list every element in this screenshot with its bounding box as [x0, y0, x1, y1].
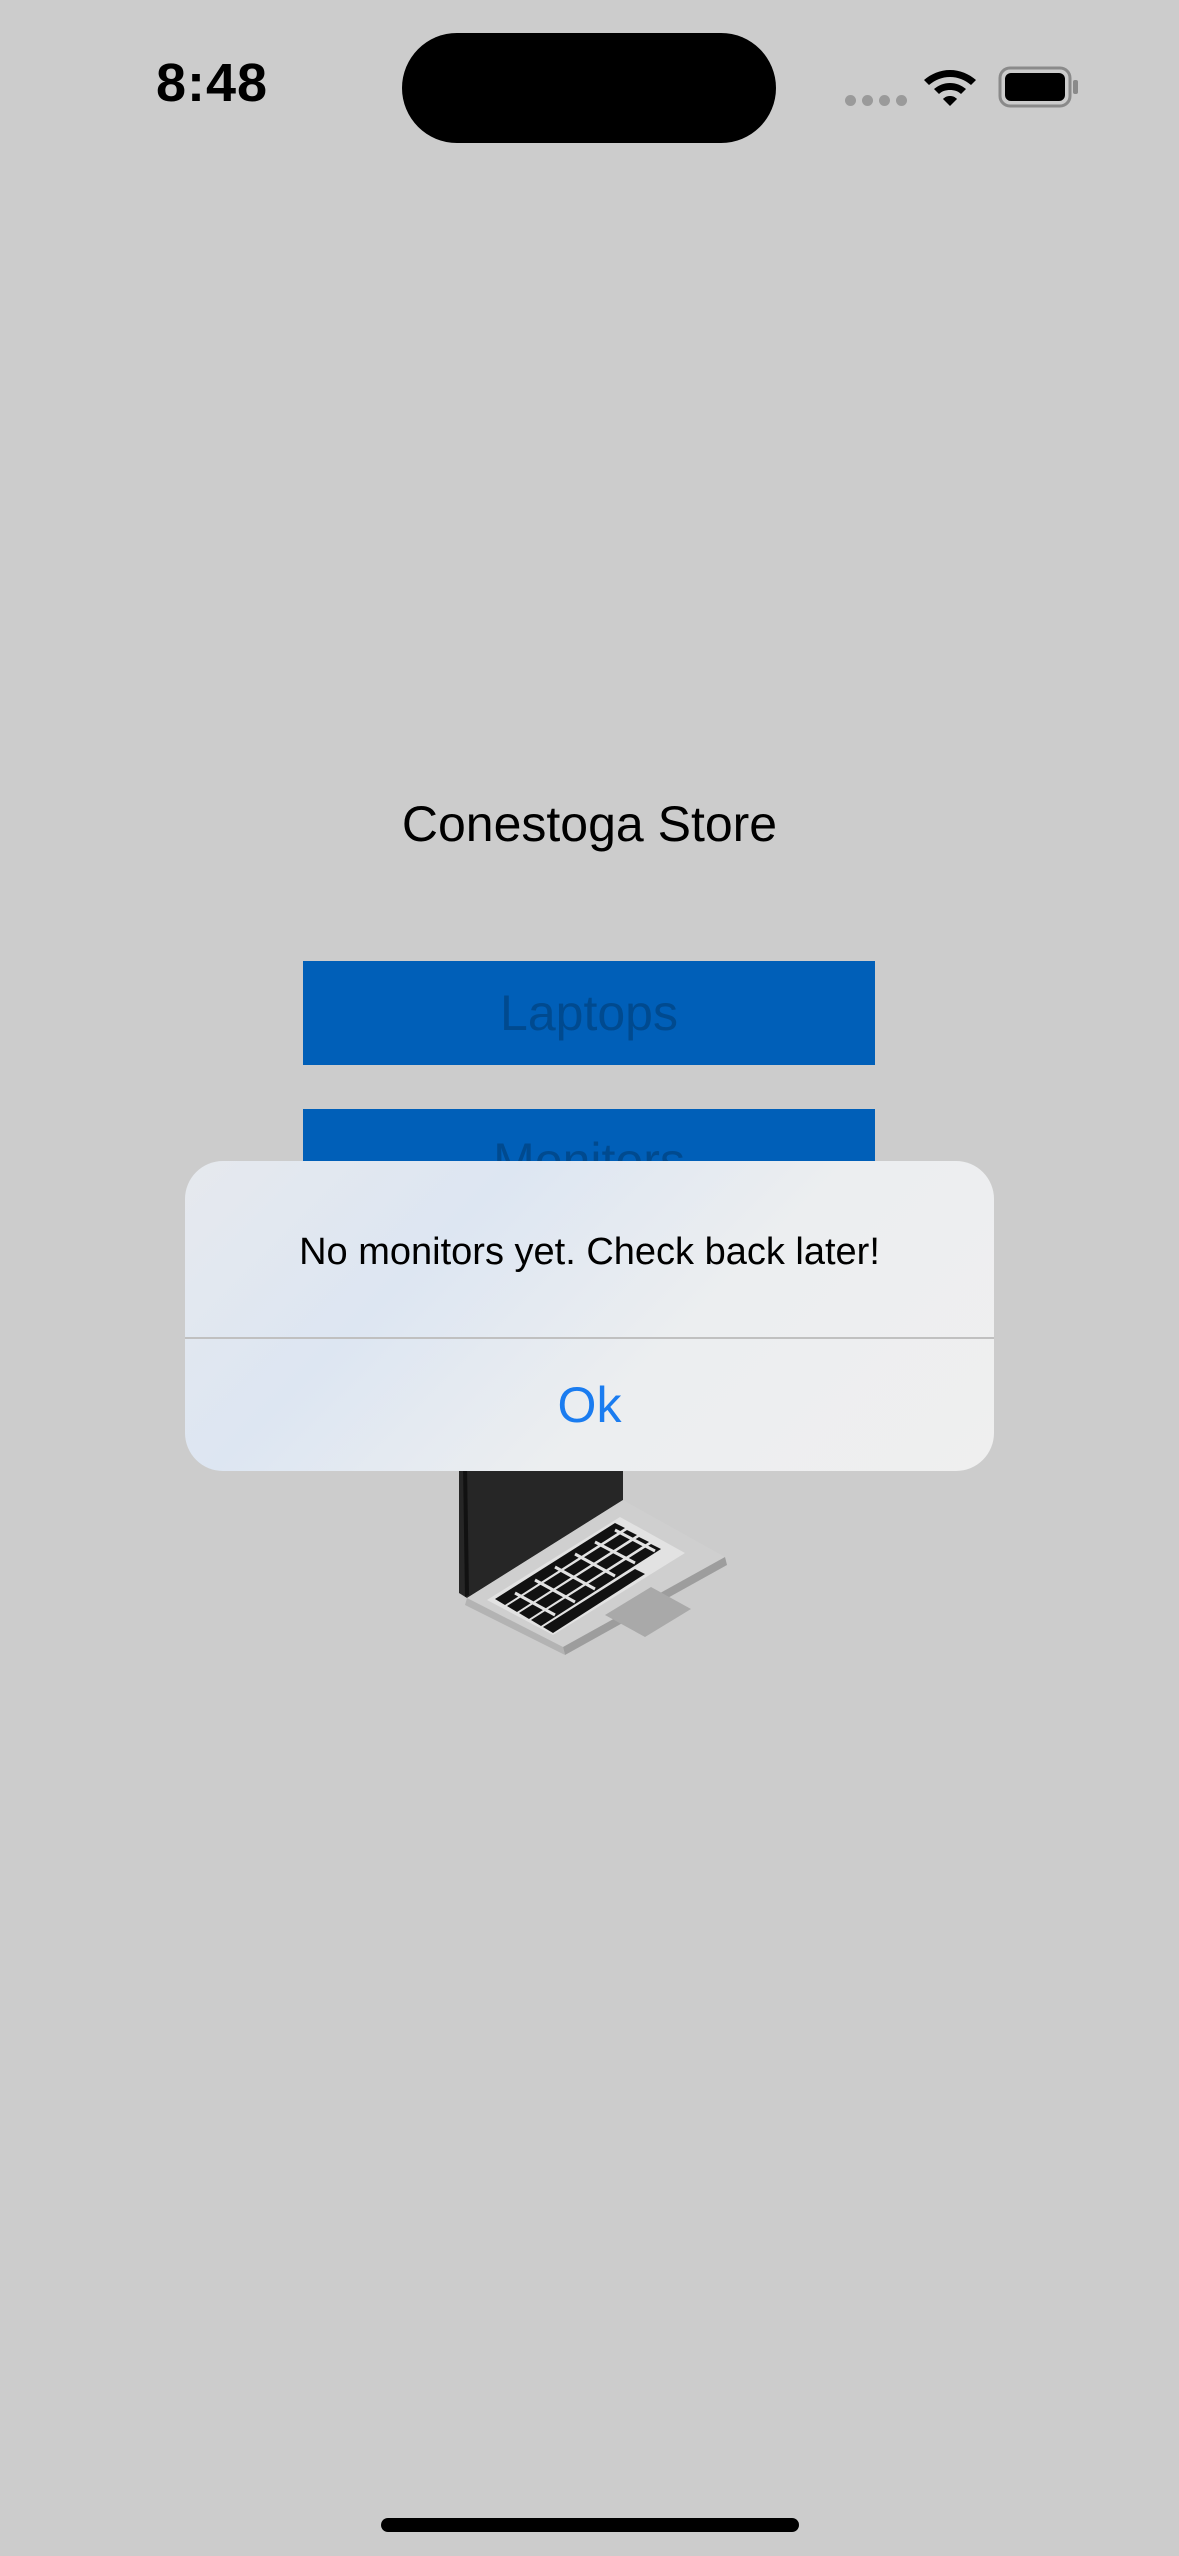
alert-dialog: No monitors yet. Check back later! Ok — [185, 1161, 994, 1471]
home-indicator[interactable] — [381, 2518, 799, 2532]
laptop-image — [459, 1465, 727, 1655]
battery-icon — [998, 66, 1078, 108]
status-time: 8:48 — [156, 53, 269, 113]
cellular-signal-icon — [845, 95, 907, 107]
ok-button[interactable]: Ok — [185, 1339, 994, 1471]
page-title: Conestoga Store — [401, 796, 778, 852]
dynamic-island — [402, 33, 776, 143]
wifi-icon — [924, 70, 976, 106]
laptops-button[interactable]: Laptops — [303, 961, 875, 1065]
alert-message: No monitors yet. Check back later! — [299, 1231, 880, 1273]
